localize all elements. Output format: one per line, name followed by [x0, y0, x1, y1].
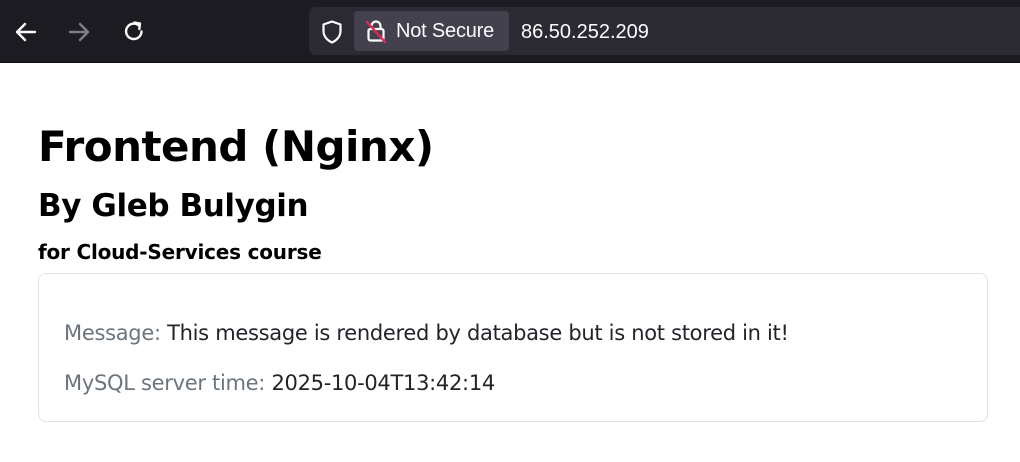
author-heading: By Gleb Bulygin: [38, 188, 309, 224]
message-label: Message:: [64, 321, 161, 345]
address-bar[interactable]: Not Secure 86.50.252.209: [309, 7, 1020, 55]
tracking-protection-button[interactable]: [319, 19, 345, 45]
site-security-button[interactable]: Not Secure: [354, 11, 509, 51]
browser-toolbar: Not Secure 86.50.252.209: [0, 0, 1020, 63]
page-title: Frontend (Nginx): [38, 122, 434, 171]
arrow-left-icon: [15, 22, 37, 42]
server-time-value: 2025-10-04T13:42:14: [271, 371, 495, 395]
reload-icon: [124, 21, 143, 41]
forward-button[interactable]: [62, 15, 96, 49]
course-heading: for Cloud-Services course: [38, 240, 322, 264]
url-text[interactable]: 86.50.252.209: [521, 19, 649, 45]
shield-icon: [322, 20, 342, 44]
server-time-row: MySQL server time: 2025-10-04T13:42:14: [64, 369, 495, 397]
message-row: Message: This message is rendered by dat…: [64, 319, 789, 347]
back-button[interactable]: [9, 15, 43, 49]
lock-slashed-icon: [364, 18, 388, 44]
security-status-label: Not Secure: [396, 19, 495, 42]
reload-button[interactable]: [117, 15, 151, 49]
message-value: This message is rendered by database but…: [167, 321, 789, 345]
server-time-label: MySQL server time:: [64, 371, 266, 395]
arrow-right-icon: [68, 22, 90, 42]
info-card: Message: This message is rendered by dat…: [38, 273, 988, 422]
